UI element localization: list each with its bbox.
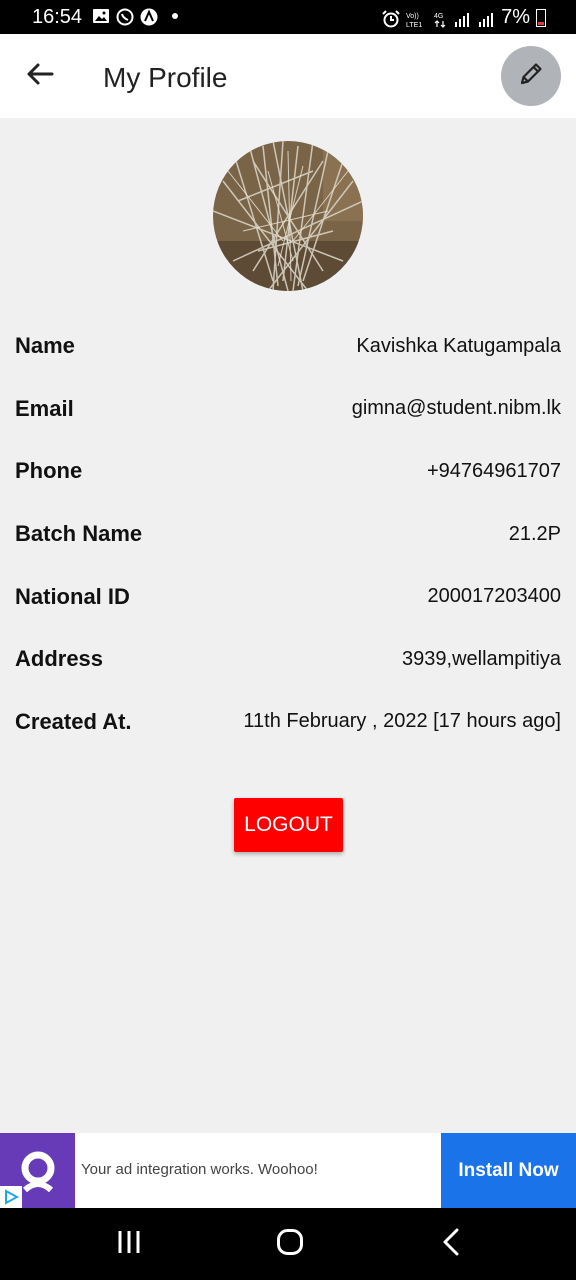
national-id-value: 200017203400 (427, 585, 561, 608)
edit-profile-button[interactable] (501, 46, 561, 106)
back-icon (441, 1228, 461, 1261)
arrow-left-icon (26, 62, 54, 91)
info-row-created-at: Created At. 11th February , 2022 [17 hou… (0, 691, 576, 754)
profile-avatar (213, 141, 363, 291)
svg-text:LTE1: LTE1 (406, 22, 422, 28)
svg-text:Vo)): Vo)) (406, 13, 419, 20)
alarm-icon (381, 9, 400, 27)
ad-text: Your ad integration works. Woohoo! (81, 1161, 318, 1178)
info-row-address: Address 3939,wellampitiya (0, 628, 576, 691)
recents-button[interactable] (99, 1226, 159, 1262)
address-value: 3939,wellampitiya (402, 647, 561, 670)
home-icon (276, 1228, 304, 1261)
pencil-icon (517, 60, 545, 93)
battery-percentage: 7% (501, 6, 530, 28)
national-id-label: National ID (15, 583, 130, 609)
created-at-value: 11th February , 2022 [17 hours ago] (243, 710, 561, 733)
system-icons: Vo)) LTE1 4G 7% (381, 6, 546, 29)
name-label: Name (15, 333, 75, 359)
volte-icon: Vo)) LTE1 (405, 10, 427, 29)
notification-icons (92, 8, 178, 26)
app-icon (140, 8, 158, 26)
image-icon (92, 8, 110, 24)
more-notifications-dot (172, 13, 178, 19)
status-bar: 16:54 Vo)) LTE1 4G 7% (0, 0, 576, 34)
system-nav-bar (0, 1208, 576, 1280)
logout-button[interactable]: LOGOUT (234, 798, 343, 852)
profile-info-list: Name Kavishka Katugampala Email gimna@st… (0, 315, 576, 753)
info-row-national-id: National ID 200017203400 (0, 565, 576, 628)
status-time: 16:54 (32, 6, 83, 28)
info-row-name: Name Kavishka Katugampala (0, 315, 576, 378)
page-title: My Profile (103, 62, 228, 93)
batch-name-label: Batch Name (15, 521, 143, 547)
back-button[interactable] (18, 56, 62, 96)
battery-icon (536, 8, 546, 27)
phone-label: Phone (15, 458, 83, 484)
nav-back-button[interactable] (421, 1226, 481, 1262)
name-value: Kavishka Katugampala (356, 334, 561, 357)
signal-icon (453, 10, 471, 27)
whatsapp-icon (116, 8, 134, 26)
app-bar: My Profile (0, 34, 576, 118)
ad-choices-icon[interactable] (0, 1186, 22, 1208)
info-row-email: Email gimna@student.nibm.lk (0, 378, 576, 441)
4g-icon: 4G (433, 10, 447, 28)
recents-icon (115, 1229, 143, 1260)
phone-value: +94764961707 (426, 459, 561, 482)
info-row-phone: Phone +94764961707 (0, 440, 576, 503)
created-at-label: Created At. (15, 708, 132, 734)
address-label: Address (15, 646, 104, 672)
email-label: Email (15, 395, 74, 421)
batch-name-value: 21.2P (508, 522, 561, 545)
email-value: gimna@student.nibm.lk (351, 397, 561, 420)
home-button[interactable] (260, 1226, 320, 1262)
svg-text:4G: 4G (434, 13, 443, 20)
install-now-button[interactable]: Install Now (441, 1133, 576, 1208)
signal-icon (477, 10, 495, 27)
ad-banner[interactable]: Your ad integration works. Woohoo! Insta… (0, 1133, 576, 1208)
info-row-batch: Batch Name 21.2P (0, 503, 576, 566)
